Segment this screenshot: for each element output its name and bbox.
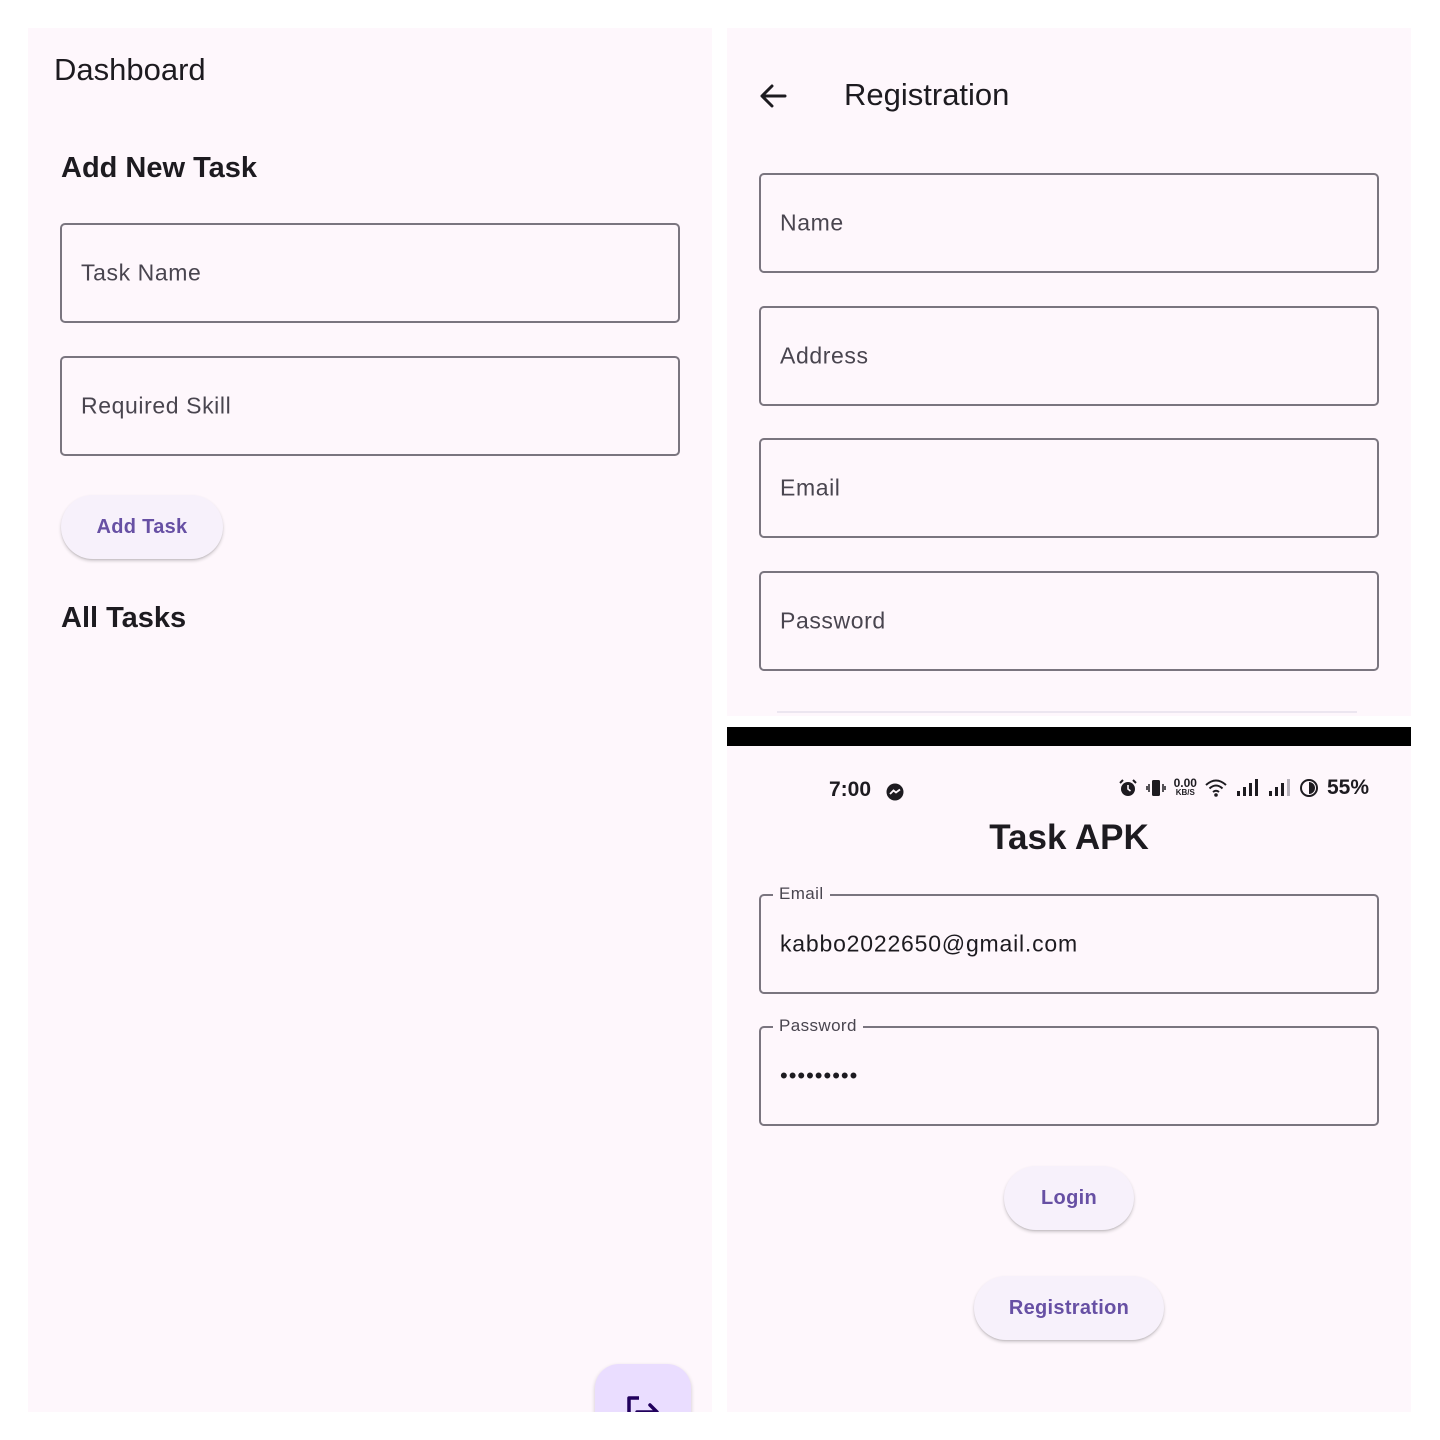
messenger-icon bbox=[886, 783, 904, 801]
alarm-icon bbox=[1118, 779, 1137, 796]
logout-fab[interactable] bbox=[595, 1364, 691, 1412]
email-value: kabbo2022650@gmail.com bbox=[780, 930, 1078, 957]
address-input[interactable]: Address bbox=[759, 306, 1379, 406]
add-task-button[interactable]: Add Task bbox=[61, 495, 223, 559]
name-input[interactable]: Name bbox=[759, 173, 1379, 273]
email-label: Email bbox=[773, 884, 830, 904]
login-button[interactable]: Login bbox=[1004, 1166, 1134, 1230]
password-placeholder: Password bbox=[780, 607, 886, 634]
data-rate-value: 0.00 bbox=[1173, 776, 1197, 790]
data-rate: 0.00 KB/S bbox=[1173, 776, 1197, 798]
signal-icon bbox=[1236, 779, 1258, 796]
registration-title: Registration bbox=[844, 77, 1010, 112]
page-title: Dashboard bbox=[54, 52, 206, 87]
status-bar: 7:00 0.00 KB/S 55% bbox=[727, 776, 1411, 810]
add-task-heading: Add New Task bbox=[61, 152, 258, 184]
email-placeholder: Email bbox=[780, 474, 841, 501]
logout-icon bbox=[627, 1396, 659, 1412]
required-skill-input[interactable]: Required Skill bbox=[60, 356, 680, 456]
email-input[interactable]: Email bbox=[759, 438, 1379, 538]
required-skill-placeholder: Required Skill bbox=[81, 392, 232, 419]
address-placeholder: Address bbox=[780, 342, 869, 369]
signal-icon bbox=[1268, 779, 1290, 796]
dashboard-screen: Dashboard Add New Task Task Name Require… bbox=[28, 28, 712, 1412]
arrow-back-icon[interactable] bbox=[757, 80, 789, 112]
password-label: Password bbox=[773, 1016, 863, 1036]
registration-screen: Registration Name Address Email Password bbox=[727, 28, 1411, 716]
email-field[interactable]: Email kabbo2022650@gmail.com bbox=[759, 884, 1379, 994]
battery-percent: 55% bbox=[1326, 776, 1369, 799]
login-screen: 7:00 0.00 KB/S 55% Task APK Email kabbo2… bbox=[727, 746, 1411, 1412]
status-icons: 0.00 KB/S 55% bbox=[1118, 776, 1369, 800]
task-name-placeholder: Task Name bbox=[81, 259, 202, 286]
password-field[interactable]: Password ••••••••• bbox=[759, 1016, 1379, 1126]
wifi-icon bbox=[1205, 779, 1227, 797]
battery-saver-icon bbox=[1299, 779, 1318, 797]
cropped-button-edge bbox=[777, 711, 1357, 713]
task-name-input[interactable]: Task Name bbox=[60, 223, 680, 323]
name-placeholder: Name bbox=[780, 209, 844, 236]
status-time: 7:00 bbox=[829, 778, 872, 801]
registration-button[interactable]: Registration bbox=[974, 1276, 1164, 1340]
app-title: Task APK bbox=[989, 818, 1149, 857]
password-value: ••••••••• bbox=[780, 1063, 859, 1088]
vibrate-icon bbox=[1145, 780, 1166, 796]
data-rate-unit: KB/S bbox=[1175, 788, 1195, 797]
screenshot-divider bbox=[727, 727, 1411, 746]
password-input[interactable]: Password bbox=[759, 571, 1379, 671]
all-tasks-heading: All Tasks bbox=[61, 602, 187, 634]
